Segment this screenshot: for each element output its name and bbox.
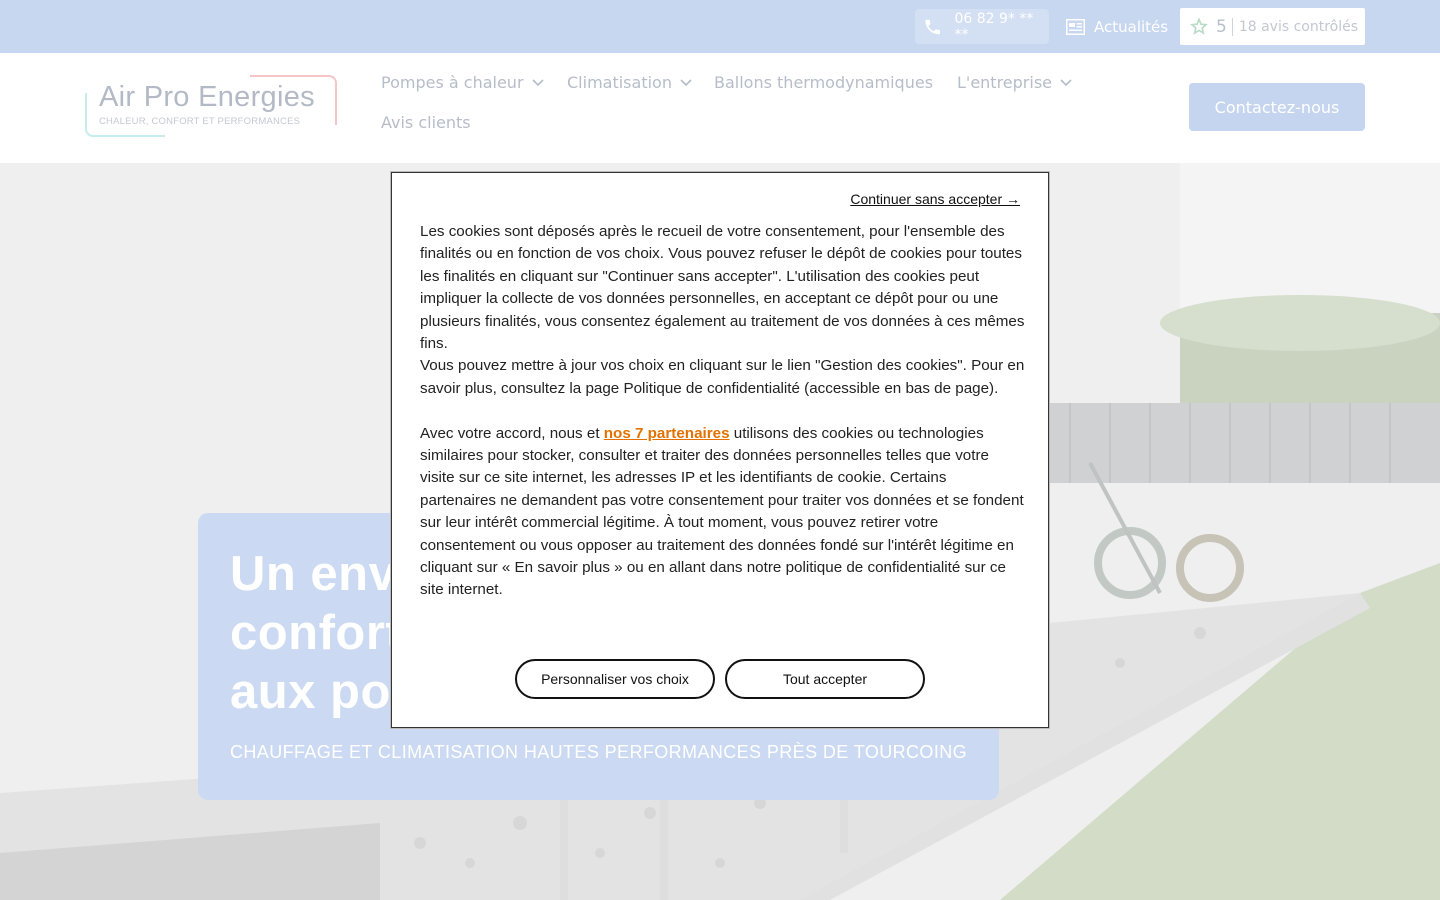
logo-subtitle: CHALEUR, CONFORT ET PERFORMANCES bbox=[99, 116, 301, 127]
logo[interactable]: Air Pro Energies CHALEUR, CONFORT ET PER… bbox=[85, 73, 340, 143]
star-rating-icon bbox=[1190, 16, 1208, 35]
partners-link[interactable]: nos 7 partenaires bbox=[604, 425, 730, 442]
phone-link[interactable]: 06 82 9* ** ** bbox=[915, 9, 1049, 44]
chevron-down-icon bbox=[680, 78, 692, 86]
cookie-paragraph-end: utilisons des cookies ou technologies si… bbox=[420, 424, 1024, 599]
nav-item-avis-clients[interactable]: Avis clients bbox=[381, 113, 471, 132]
nav-item-label: Pompes à chaleur bbox=[381, 73, 524, 92]
nav-item-climatisation[interactable]: Climatisation bbox=[567, 73, 692, 92]
cookie-button-row: Personnaliser vos choix Tout accepter bbox=[515, 659, 925, 699]
phone-icon bbox=[925, 19, 941, 34]
cookie-paragraph: Avec votre accord, nous et nos 7 partena… bbox=[420, 423, 1026, 602]
rating-score: 5 bbox=[1216, 16, 1227, 37]
rating-badge[interactable]: 5 18 avis contrôlés bbox=[1180, 8, 1365, 45]
nav-item-ballons-thermodynamiques[interactable]: Ballons thermodynamiques bbox=[714, 73, 933, 92]
contact-button[interactable]: Contactez-nous bbox=[1189, 83, 1365, 131]
cookie-paragraph: Vous pouvez mettre à jour vos choix en c… bbox=[420, 357, 1025, 397]
logo-title: Air Pro Energies bbox=[99, 81, 315, 113]
cookie-consent-modal: Continuer sans accepter → Les cookies so… bbox=[391, 172, 1049, 728]
chevron-down-icon bbox=[531, 78, 544, 86]
cookie-consent-text: Les cookies sont déposés après le recuei… bbox=[420, 221, 1026, 602]
hero-subtitle: CHAUFFAGE ET CLIMATISATION HAUTES PERFOR… bbox=[230, 742, 968, 762]
continue-without-accepting-link[interactable]: Continuer sans accepter → bbox=[850, 191, 1020, 207]
chevron-down-icon bbox=[1060, 78, 1072, 86]
news-label: Actualités bbox=[1094, 17, 1169, 36]
news-link[interactable]: Actualités bbox=[1066, 9, 1168, 44]
nav-item-label: Climatisation bbox=[567, 73, 672, 92]
nav-item-pompes-a-chaleur[interactable]: Pompes à chaleur bbox=[381, 73, 544, 92]
nav-item-label: Ballons thermodynamiques bbox=[714, 73, 934, 92]
customize-choices-button[interactable]: Personnaliser vos choix bbox=[515, 659, 715, 699]
accept-all-button[interactable]: Tout accepter bbox=[725, 659, 925, 699]
nav-item-label: Avis clients bbox=[381, 113, 471, 132]
top-bar: 06 82 9* ** ** Actualités 5 18 avis cont… bbox=[0, 0, 1440, 53]
cookie-paragraph: Les cookies sont déposés après le recuei… bbox=[420, 223, 1025, 353]
cookie-paragraph-start: Avec votre accord, nous et bbox=[420, 424, 604, 442]
rating-label: 18 avis contrôlés bbox=[1238, 18, 1359, 35]
newspaper-icon bbox=[1066, 18, 1085, 35]
phone-number: 06 82 9* ** ** bbox=[954, 10, 1034, 43]
rating-divider bbox=[1231, 17, 1233, 36]
nav-item-label: L'entreprise bbox=[957, 73, 1052, 92]
site-header: Air Pro Energies CHALEUR, CONFORT ET PER… bbox=[0, 53, 1440, 163]
nav-item-entreprise[interactable]: L'entreprise bbox=[957, 73, 1072, 92]
